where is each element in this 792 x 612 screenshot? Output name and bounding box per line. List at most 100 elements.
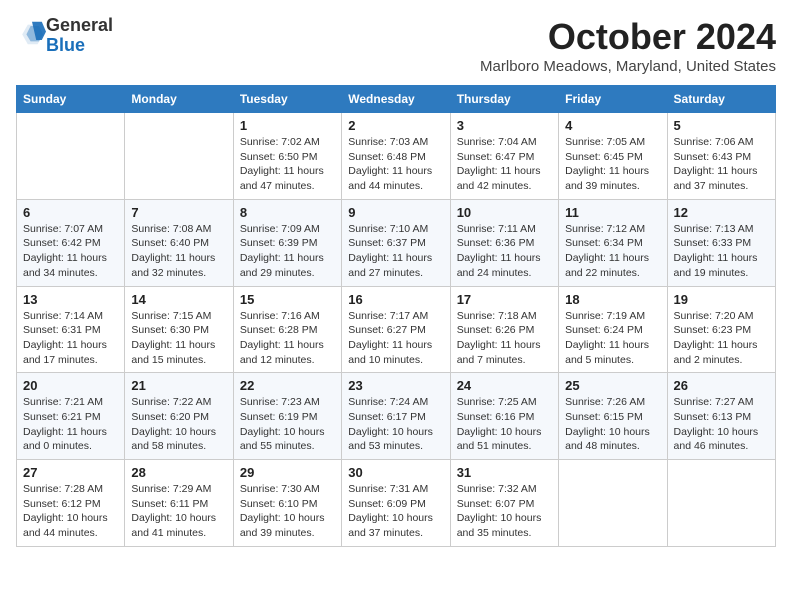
day-number: 14 — [131, 292, 226, 307]
calendar-cell — [125, 113, 233, 200]
page-header: General Blue October 2024 Marlboro Meado… — [16, 16, 776, 75]
day-number: 16 — [348, 292, 443, 307]
month-title: October 2024 — [480, 16, 776, 58]
calendar-cell: 16 Sunrise: 7:17 AM Sunset: 6:27 PM Dayli… — [342, 286, 450, 373]
header-day-wednesday: Wednesday — [342, 86, 450, 113]
calendar-cell — [559, 460, 667, 547]
header-day-friday: Friday — [559, 86, 667, 113]
header-row: SundayMondayTuesdayWednesdayThursdayFrid… — [17, 86, 776, 113]
day-info: Sunrise: 7:08 AM Sunset: 6:40 PM Dayligh… — [131, 222, 226, 281]
header-day-thursday: Thursday — [450, 86, 558, 113]
calendar-cell: 24 Sunrise: 7:25 AM Sunset: 6:16 PM Dayli… — [450, 373, 558, 460]
day-info: Sunrise: 7:30 AM Sunset: 6:10 PM Dayligh… — [240, 482, 335, 541]
calendar-cell: 3Sunrise: 7:04 AM Sunset: 6:47 PM Daylig… — [450, 113, 558, 200]
day-info: Sunrise: 7:12 AM Sunset: 6:34 PM Dayligh… — [565, 222, 660, 281]
day-number: 12 — [674, 205, 769, 220]
logo-blue: Blue — [46, 35, 85, 55]
header-day-saturday: Saturday — [667, 86, 775, 113]
title-area: October 2024 Marlboro Meadows, Maryland,… — [480, 16, 776, 75]
day-number: 30 — [348, 465, 443, 480]
day-info: Sunrise: 7:10 AM Sunset: 6:37 PM Dayligh… — [348, 222, 443, 281]
calendar-cell: 5 Sunrise: 7:06 AM Sunset: 6:43 PM Daylig… — [667, 113, 775, 200]
day-info: Sunrise: 7:11 AM Sunset: 6:36 PM Dayligh… — [457, 222, 552, 281]
day-number: 3 — [457, 118, 552, 133]
calendar-body: 1Sunrise: 7:02 AM Sunset: 6:50 PM Daylig… — [17, 113, 776, 547]
day-info: Sunrise: 7:17 AM Sunset: 6:27 PM Dayligh… — [348, 309, 443, 368]
calendar-cell: 19 Sunrise: 7:20 AM Sunset: 6:23 PM Dayli… — [667, 286, 775, 373]
day-info: Sunrise: 7:27 AM Sunset: 6:13 PM Dayligh… — [674, 395, 769, 454]
calendar-cell: 8 Sunrise: 7:09 AM Sunset: 6:39 PM Daylig… — [233, 199, 341, 286]
day-number: 20 — [23, 378, 118, 393]
calendar-header: SundayMondayTuesdayWednesdayThursdayFrid… — [17, 86, 776, 113]
day-number: 13 — [23, 292, 118, 307]
calendar-cell: 25 Sunrise: 7:26 AM Sunset: 6:15 PM Dayli… — [559, 373, 667, 460]
calendar-cell: 14 Sunrise: 7:15 AM Sunset: 6:30 PM Dayli… — [125, 286, 233, 373]
day-number: 27 — [23, 465, 118, 480]
calendar-cell: 6 Sunrise: 7:07 AM Sunset: 6:42 PM Daylig… — [17, 199, 125, 286]
day-info: Sunrise: 7:15 AM Sunset: 6:30 PM Dayligh… — [131, 309, 226, 368]
calendar-cell — [17, 113, 125, 200]
day-info: Sunrise: 7:16 AM Sunset: 6:28 PM Dayligh… — [240, 309, 335, 368]
calendar-cell: 28 Sunrise: 7:29 AM Sunset: 6:11 PM Dayli… — [125, 460, 233, 547]
day-info: Sunrise: 7:06 AM Sunset: 6:43 PM Dayligh… — [674, 135, 769, 194]
week-row-1: 1Sunrise: 7:02 AM Sunset: 6:50 PM Daylig… — [17, 113, 776, 200]
day-number: 7 — [131, 205, 226, 220]
logo-icon — [18, 19, 46, 47]
day-info: Sunrise: 7:09 AM Sunset: 6:39 PM Dayligh… — [240, 222, 335, 281]
week-row-3: 13 Sunrise: 7:14 AM Sunset: 6:31 PM Dayli… — [17, 286, 776, 373]
day-number: 2 — [348, 118, 443, 133]
calendar-cell: 31Sunrise: 7:32 AM Sunset: 6:07 PM Dayli… — [450, 460, 558, 547]
day-number: 9 — [348, 205, 443, 220]
day-number: 11 — [565, 205, 660, 220]
day-number: 5 — [674, 118, 769, 133]
day-info: Sunrise: 7:32 AM Sunset: 6:07 PM Dayligh… — [457, 482, 552, 541]
calendar-cell: 15 Sunrise: 7:16 AM Sunset: 6:28 PM Dayli… — [233, 286, 341, 373]
calendar-cell: 21Sunrise: 7:22 AM Sunset: 6:20 PM Dayli… — [125, 373, 233, 460]
day-number: 8 — [240, 205, 335, 220]
day-number: 28 — [131, 465, 226, 480]
day-info: Sunrise: 7:19 AM Sunset: 6:24 PM Dayligh… — [565, 309, 660, 368]
location-subtitle: Marlboro Meadows, Maryland, United State… — [480, 58, 776, 75]
day-number: 22 — [240, 378, 335, 393]
day-info: Sunrise: 7:05 AM Sunset: 6:45 PM Dayligh… — [565, 135, 660, 194]
day-number: 24 — [457, 378, 552, 393]
day-info: Sunrise: 7:14 AM Sunset: 6:31 PM Dayligh… — [23, 309, 118, 368]
week-row-5: 27 Sunrise: 7:28 AM Sunset: 6:12 PM Dayli… — [17, 460, 776, 547]
day-number: 4 — [565, 118, 660, 133]
day-info: Sunrise: 7:31 AM Sunset: 6:09 PM Dayligh… — [348, 482, 443, 541]
day-info: Sunrise: 7:29 AM Sunset: 6:11 PM Dayligh… — [131, 482, 226, 541]
calendar-cell — [667, 460, 775, 547]
day-number: 19 — [674, 292, 769, 307]
calendar-cell: 26Sunrise: 7:27 AM Sunset: 6:13 PM Dayli… — [667, 373, 775, 460]
calendar-cell: 13 Sunrise: 7:14 AM Sunset: 6:31 PM Dayli… — [17, 286, 125, 373]
day-info: Sunrise: 7:21 AM Sunset: 6:21 PM Dayligh… — [23, 395, 118, 454]
day-info: Sunrise: 7:18 AM Sunset: 6:26 PM Dayligh… — [457, 309, 552, 368]
day-info: Sunrise: 7:24 AM Sunset: 6:17 PM Dayligh… — [348, 395, 443, 454]
calendar-cell: 17Sunrise: 7:18 AM Sunset: 6:26 PM Dayli… — [450, 286, 558, 373]
day-info: Sunrise: 7:25 AM Sunset: 6:16 PM Dayligh… — [457, 395, 552, 454]
calendar-cell: 11 Sunrise: 7:12 AM Sunset: 6:34 PM Dayli… — [559, 199, 667, 286]
calendar-table: SundayMondayTuesdayWednesdayThursdayFrid… — [16, 85, 776, 547]
calendar-cell: 12 Sunrise: 7:13 AM Sunset: 6:33 PM Dayli… — [667, 199, 775, 286]
calendar-cell: 20 Sunrise: 7:21 AM Sunset: 6:21 PM Dayli… — [17, 373, 125, 460]
day-number: 29 — [240, 465, 335, 480]
day-info: Sunrise: 7:26 AM Sunset: 6:15 PM Dayligh… — [565, 395, 660, 454]
logo: General Blue — [16, 16, 113, 56]
calendar-cell: 2 Sunrise: 7:03 AM Sunset: 6:48 PM Daylig… — [342, 113, 450, 200]
day-info: Sunrise: 7:20 AM Sunset: 6:23 PM Dayligh… — [674, 309, 769, 368]
calendar-cell: 1Sunrise: 7:02 AM Sunset: 6:50 PM Daylig… — [233, 113, 341, 200]
day-info: Sunrise: 7:13 AM Sunset: 6:33 PM Dayligh… — [674, 222, 769, 281]
day-number: 15 — [240, 292, 335, 307]
day-info: Sunrise: 7:02 AM Sunset: 6:50 PM Dayligh… — [240, 135, 335, 194]
day-info: Sunrise: 7:07 AM Sunset: 6:42 PM Dayligh… — [23, 222, 118, 281]
week-row-2: 6 Sunrise: 7:07 AM Sunset: 6:42 PM Daylig… — [17, 199, 776, 286]
header-day-sunday: Sunday — [17, 86, 125, 113]
calendar-cell: 22Sunrise: 7:23 AM Sunset: 6:19 PM Dayli… — [233, 373, 341, 460]
day-number: 6 — [23, 205, 118, 220]
day-info: Sunrise: 7:03 AM Sunset: 6:48 PM Dayligh… — [348, 135, 443, 194]
logo-text: General Blue — [46, 16, 113, 56]
day-info: Sunrise: 7:28 AM Sunset: 6:12 PM Dayligh… — [23, 482, 118, 541]
calendar-cell: 27 Sunrise: 7:28 AM Sunset: 6:12 PM Dayli… — [17, 460, 125, 547]
day-number: 25 — [565, 378, 660, 393]
calendar-cell: 18Sunrise: 7:19 AM Sunset: 6:24 PM Dayli… — [559, 286, 667, 373]
